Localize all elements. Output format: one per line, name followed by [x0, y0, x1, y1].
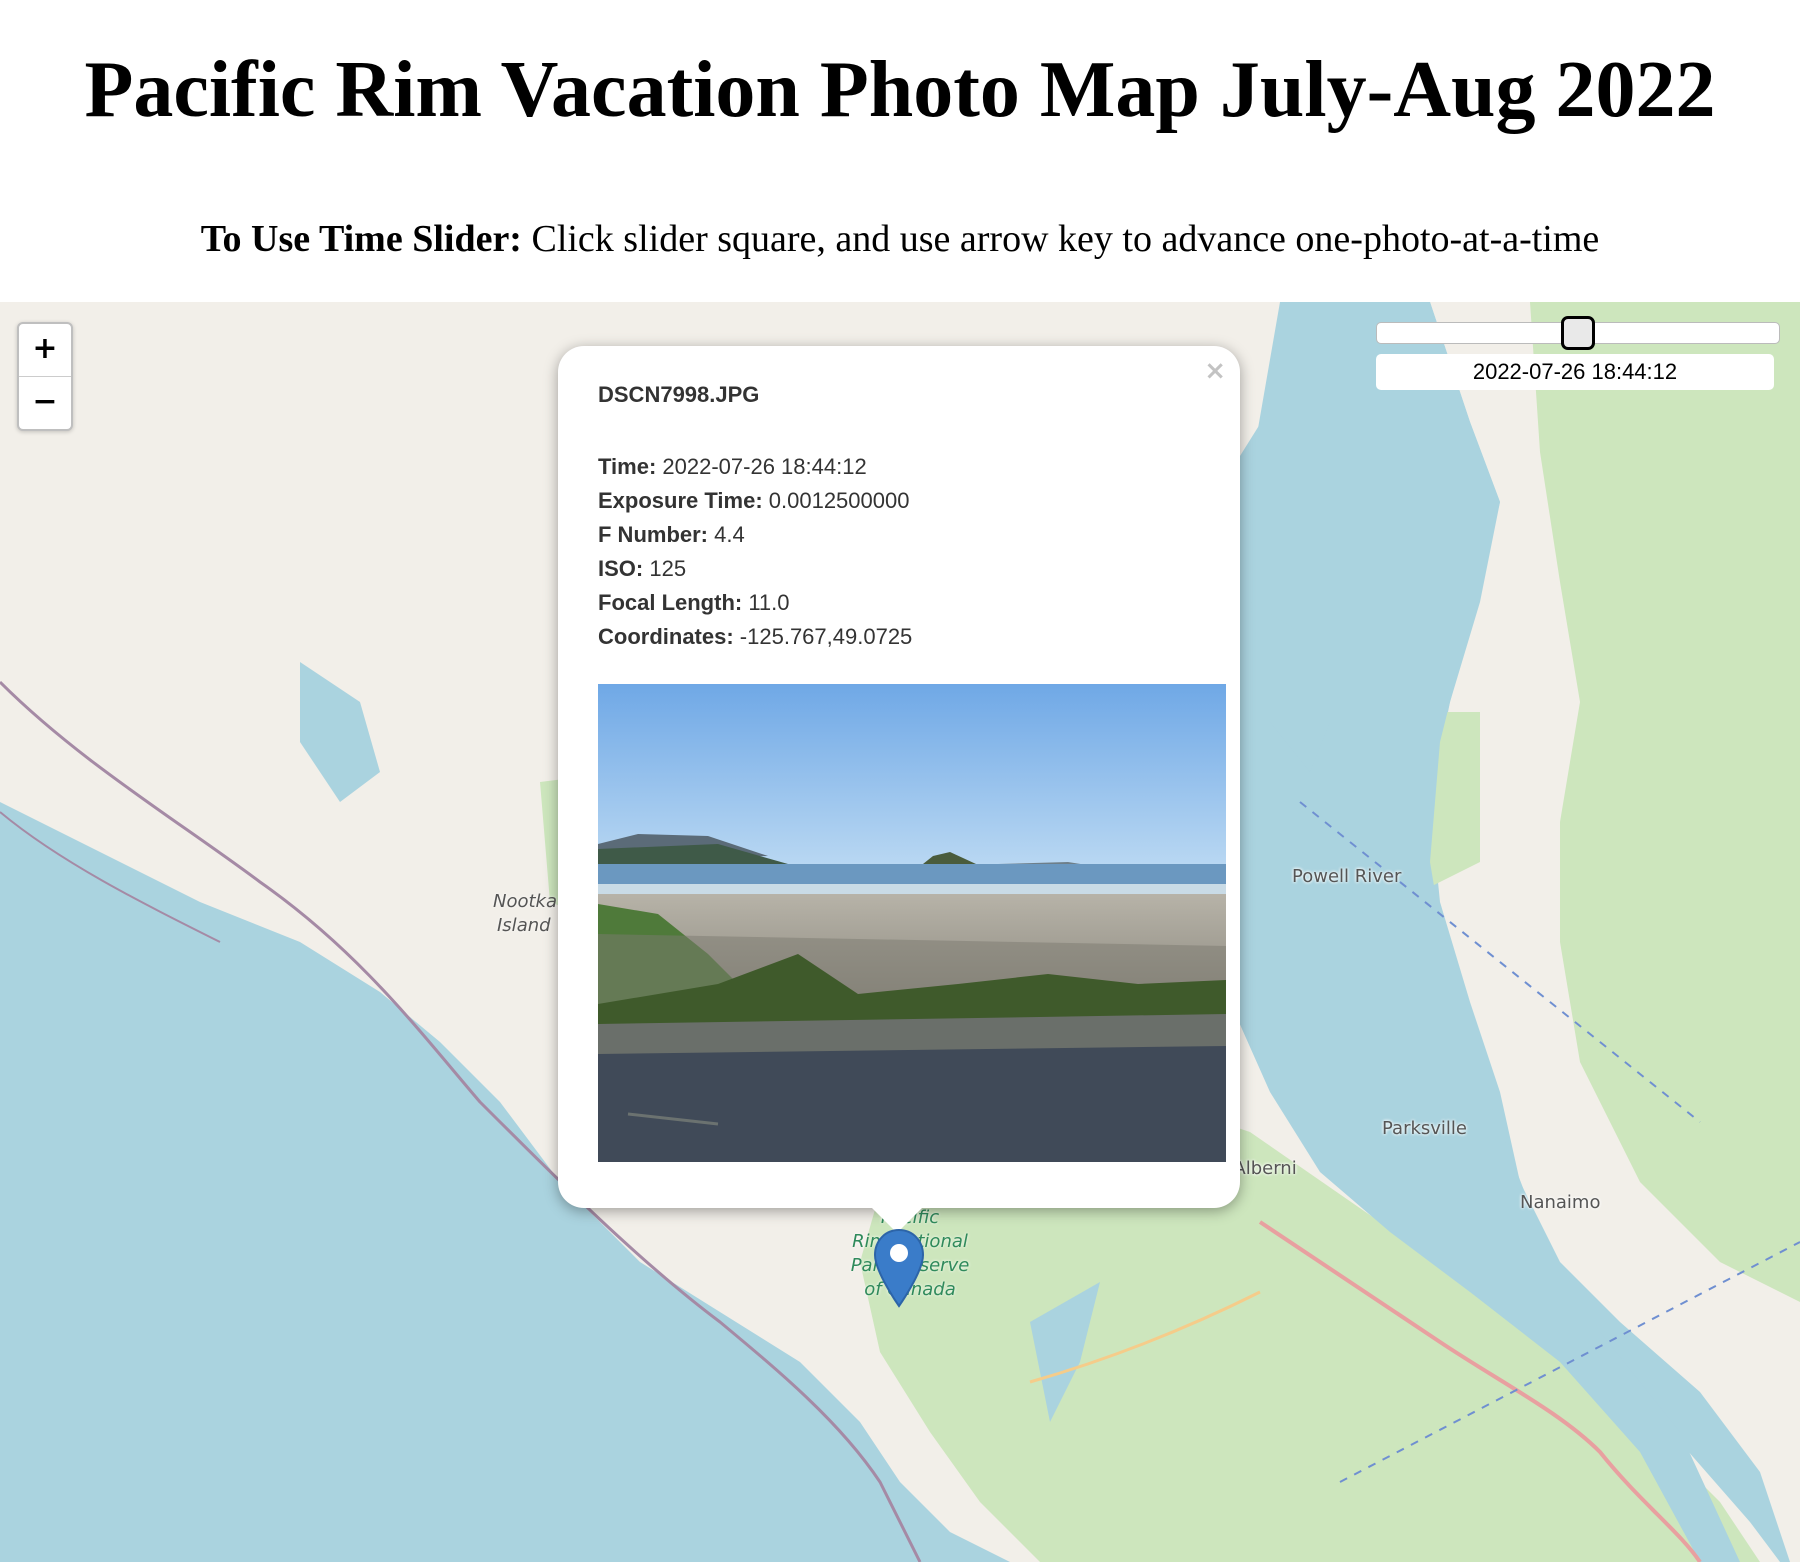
field-value: 11.0 [742, 590, 790, 615]
instructions: To Use Time Slider: Click slider square,… [0, 212, 1800, 266]
map-marker-icon[interactable] [873, 1228, 925, 1308]
field-value: 0.0012500000 [762, 488, 910, 513]
field-key: ISO: [598, 556, 644, 581]
popup-photo [598, 684, 1226, 1162]
label-nanaimo: Nanaimo [1520, 1192, 1601, 1213]
popup-close-button[interactable]: × [1204, 356, 1226, 386]
field-key: Time: [598, 454, 657, 479]
field-value: -125.767,49.0725 [733, 624, 913, 649]
field-key: F Number: [598, 522, 708, 547]
popup-field-fnumber: F Number: 4.4 [598, 518, 912, 552]
label-parksville: Parksville [1382, 1118, 1468, 1139]
popup-field-iso: ISO: 125 [598, 552, 912, 586]
zoom-in-button[interactable]: + [19, 324, 71, 376]
photo-popup: × DSCN7998.JPG Time: 2022-07-26 18:44:12… [558, 346, 1240, 1208]
map[interactable]: Powell River Parksville Port Alberni Nan… [0, 302, 1800, 1562]
field-key: Coordinates: [598, 624, 734, 649]
field-key: Focal Length: [598, 590, 743, 615]
beach-photo [598, 684, 1226, 1162]
field-value: 125 [643, 556, 687, 581]
field-value: 4.4 [708, 522, 745, 547]
popup-field-exposure: Exposure Time: 0.0012500000 [598, 484, 912, 518]
zoom-control: + − [17, 322, 73, 431]
popup-field-focal-length: Focal Length: 11.0 [598, 586, 912, 620]
zoom-out-button[interactable]: − [19, 376, 71, 429]
slider-time-label: 2022-07-26 18:44:12 [1376, 354, 1774, 390]
slider-handle[interactable] [1561, 316, 1595, 350]
popup-filename: DSCN7998.JPG [598, 382, 760, 407]
label-nootka-island: Nootka Island [493, 890, 557, 938]
instructions-label: To Use Time Slider: [200, 218, 522, 260]
field-value: 2022-07-26 18:44:12 [656, 454, 867, 479]
popup-fields: Time: 2022-07-26 18:44:12 Exposure Time:… [598, 450, 912, 654]
page-title: Pacific Rim Vacation Photo Map July-Aug … [84, 46, 1716, 134]
label-nootka-line1: Nootka [493, 891, 558, 912]
instructions-text: Click slider square, and use arrow key t… [521, 218, 1600, 260]
popup-field-time: Time: 2022-07-26 18:44:12 [598, 450, 912, 484]
popup-field-coordinates: Coordinates: -125.767,49.0725 [598, 620, 912, 654]
label-powell-river: Powell River [1292, 866, 1402, 887]
field-key: Exposure Time: [598, 488, 763, 513]
label-nootka-line2: Island [497, 915, 551, 936]
